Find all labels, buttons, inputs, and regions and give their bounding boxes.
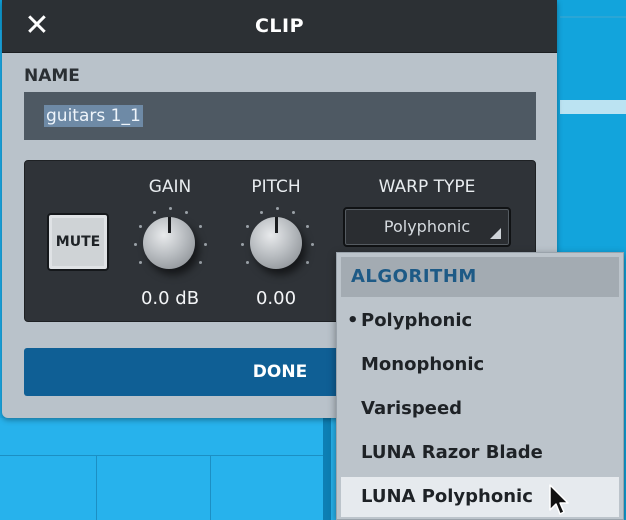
warp-type-selected: Polyphonic — [383, 217, 471, 236]
daw-grid-line — [210, 455, 211, 520]
gain-label: GAIN — [148, 177, 192, 197]
name-label: NAME — [24, 66, 80, 86]
gain-value: 0.0 dB — [140, 288, 200, 309]
menu-item-varispeed[interactable]: Varispeed — [341, 389, 619, 429]
daw-grid-line — [0, 455, 330, 456]
dialog-title: CLIP — [254, 15, 305, 37]
pitch-knob[interactable] — [238, 205, 318, 285]
daw-waveform — [560, 100, 626, 114]
mute-button[interactable]: MUTE — [47, 213, 109, 271]
gain-knob-cap — [143, 217, 195, 269]
dialog-titlebar: CLIP ✕ — [2, 0, 557, 53]
menu-item-luna-razor-blade[interactable]: LUNA Razor Blade — [341, 433, 619, 473]
daw-grid-line — [96, 455, 97, 520]
warp-algorithm-menu: ALGORITHM • Polyphonic Monophonic Varisp… — [336, 252, 624, 520]
gain-knob[interactable] — [131, 205, 211, 285]
gain-knob-indicator — [168, 217, 171, 233]
menu-item-polyphonic[interactable]: • Polyphonic — [341, 301, 619, 341]
mouse-pointer-icon — [549, 484, 569, 515]
close-icon[interactable]: ✕ — [22, 11, 52, 41]
clip-name-input[interactable]: guitars 1_1 — [24, 92, 536, 140]
warp-type-select[interactable]: Polyphonic — [343, 207, 511, 247]
menu-item-monophonic[interactable]: Monophonic — [341, 345, 619, 385]
warp-type-label: WARP TYPE — [378, 177, 476, 197]
menu-item-luna-polyphonic[interactable]: LUNA Polyphonic — [341, 477, 619, 517]
pitch-knob-indicator — [275, 217, 278, 233]
selected-bullet-icon: • — [347, 310, 359, 331]
pitch-label: PITCH — [251, 177, 301, 197]
pitch-knob-cap — [250, 217, 302, 269]
daw-track-separator — [323, 418, 331, 520]
daw-track-divider — [560, 16, 626, 18]
pitch-value: 0.00 — [255, 288, 297, 309]
daw-lower-track[interactable] — [0, 418, 340, 520]
dropdown-arrow-icon — [490, 228, 501, 239]
menu-header: ALGORITHM — [341, 257, 619, 297]
clip-name-value: guitars 1_1 — [44, 105, 143, 127]
